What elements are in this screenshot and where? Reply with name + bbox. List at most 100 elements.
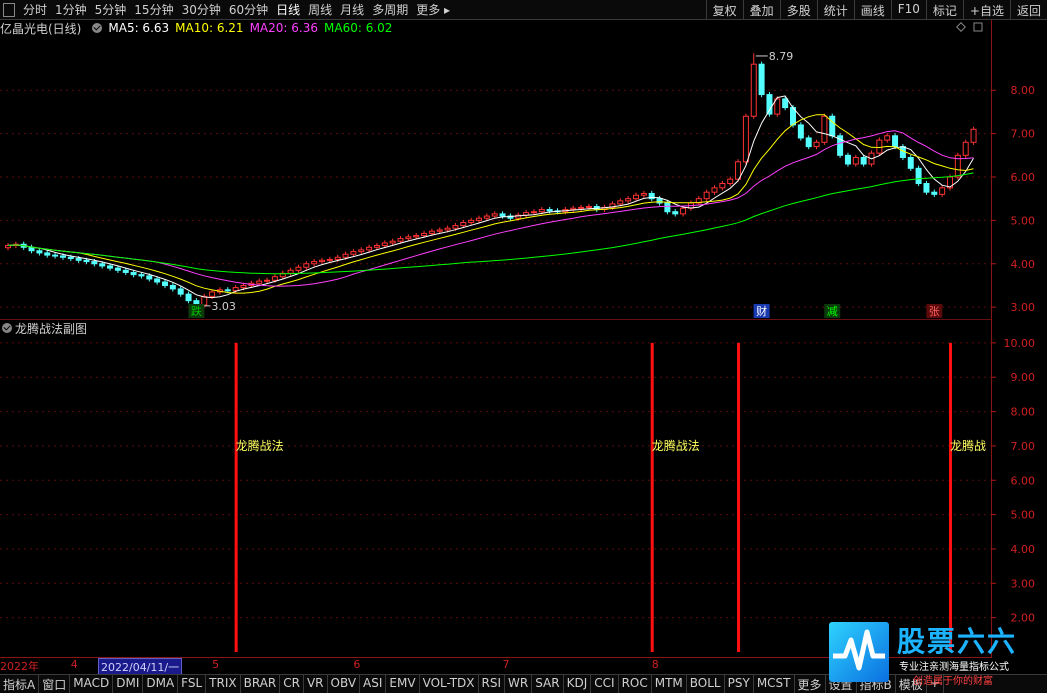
indicator-tab[interactable]: MTM [652,675,687,693]
candle-body [232,287,239,292]
indicator-tab[interactable]: ASI [360,675,387,693]
sub-y-tick-label: 6.00 [1011,474,1036,487]
indicator-tab[interactable]: MCST [754,675,795,693]
event-marker: 财 [756,304,767,318]
candle-body [397,238,404,242]
indicator-tab[interactable]: BRAR [241,675,281,693]
indicator-tab[interactable]: KDJ [564,675,592,693]
candle-body [617,200,624,205]
candle-body [373,245,380,248]
candle-body [680,207,687,215]
candle-body [5,245,11,249]
sub-y-tick-label: 10.00 [1004,337,1036,350]
indicator-tab[interactable]: VOL-TDX [420,675,479,693]
indicator-tab[interactable]: TRIX [206,675,241,693]
event-marker: 跌 [191,304,202,318]
candle-body [460,222,467,227]
candle-body [727,178,734,185]
candle-body [209,291,216,297]
candle-body [326,258,333,261]
indicator-tab[interactable]: 指标A [0,675,40,693]
candle-body [821,115,828,143]
candle-body [358,249,365,253]
diamond-icon [956,22,966,32]
indicator-tab[interactable]: SAR [532,675,564,693]
candle-body [884,135,891,141]
candle-body [67,256,74,260]
candle-body [703,191,710,200]
indicator-tab[interactable]: 窗口 [39,675,71,693]
date-axis-label: 8 [651,658,659,671]
pulse-icon [833,629,885,671]
annotation-label: 3.03 [211,300,236,313]
candle-body [169,284,176,290]
candle-body [366,246,373,251]
indicator-tab[interactable]: CR [280,675,304,693]
indicator-tab[interactable]: BOLL [687,675,725,693]
indicator-tab[interactable]: DMA [143,675,179,693]
candle-body [224,289,231,292]
candle-body [476,217,482,221]
candle-body [240,284,247,289]
candle-body [570,207,577,211]
kline-chart-svg[interactable]: 8.00 7.00 6.00 5.00 4.00 3.00 10.00 9.00 8.00 7.0… [0,0,1047,657]
axis-divider [991,20,992,657]
indicator-tab[interactable]: MACD [70,675,114,693]
date-axis-label: 5 [212,658,220,671]
candle-body [256,280,263,284]
indicator-tab[interactable]: PSY [725,675,754,693]
candle-body [436,229,443,232]
logo-slogan-2: 创造属于你的财富 [913,676,993,687]
candle-body [303,263,310,268]
candle-body [546,209,553,212]
logo-name: 股票六六 [897,625,1018,658]
candle-body [742,115,749,163]
candle-body [538,209,545,213]
signal-bar [737,342,741,652]
sub-y-tick-label: 9.00 [1011,371,1036,384]
indicator-tab[interactable]: ROC [619,675,652,693]
candle-body [44,252,51,256]
logo-slogan: 专业注亲测海量指标公式 [899,662,1009,673]
candle-body [491,213,498,217]
candle-body [625,198,632,202]
main-y-tick-label: 5.00 [1011,214,1036,227]
candle-body [907,156,914,169]
candle-body [295,266,302,271]
ma-line [7,130,974,287]
indicator-tab[interactable]: CCI [591,675,619,693]
candle-body [939,187,946,195]
logo-box-icon [829,622,889,682]
candle-body [334,256,341,260]
signal-label: 龙腾战法 [652,438,700,453]
indicator-tab[interactable]: WR [505,675,533,693]
indicator-tab[interactable]: DMI [113,675,144,693]
candle-body [428,230,435,234]
indicator-tab[interactable]: VR [304,675,328,693]
sub-y-tick-label: 5.00 [1011,509,1036,522]
candle-body [656,198,663,204]
candle-body [892,135,899,148]
indicator-tab[interactable]: RSI [479,675,506,693]
candle-body [83,259,90,263]
indicator-tab[interactable]: 更多 [795,675,826,693]
indicator-tab[interactable]: OBV [328,675,361,693]
candle-body [962,141,969,156]
candle-body [444,227,451,231]
indicator-tab[interactable]: FSL [178,675,207,693]
main-y-tick-label: 8.00 [1011,84,1036,97]
main-y-tick-label: 3.00 [1011,301,1036,314]
candle-body [860,156,867,165]
candle-body [91,261,98,265]
candle-body [758,63,765,96]
collapse-circle-icon[interactable] [2,323,12,333]
sub-chart-title: 龙腾战法副图 [15,321,88,336]
candle-body [271,276,278,281]
indicator-tab[interactable]: EMV [386,675,420,693]
candle-body [114,267,121,271]
candle-body [852,156,859,165]
candle-body [452,225,459,229]
candle-body [185,293,192,302]
candle-body [75,258,82,261]
main-y-tick-label: 7.00 [1011,128,1036,141]
